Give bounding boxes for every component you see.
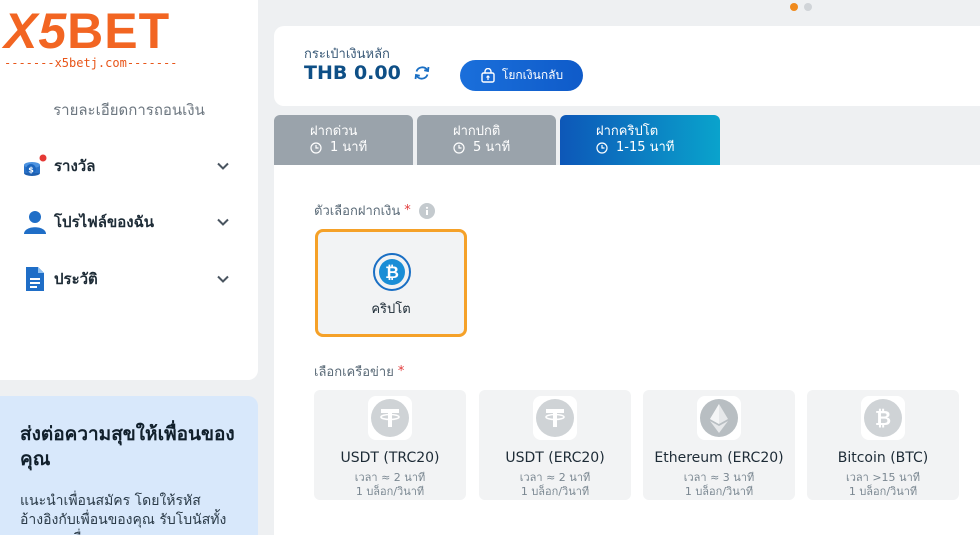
chevron-down-icon — [217, 218, 229, 226]
wallet-card: กระเป๋าเงินหลัก THB 0.00 โยกเงินกลับ — [274, 26, 980, 106]
carousel-dot[interactable] — [804, 3, 812, 11]
tab-time: 1-15 นาที — [616, 140, 675, 155]
logo-tagline: -------x5betj.com------- — [4, 56, 178, 70]
info-icon[interactable] — [418, 202, 435, 219]
deposit-options-label: ตัวเลือกฝากเงิน * — [314, 200, 435, 221]
crypto-method-card[interactable]: ₿ คริปโต — [315, 229, 467, 337]
referral-card[interactable]: ส่งต่อความสุขให้เพื่อนของคุณ แนะนำเพื่อน… — [0, 396, 258, 535]
tab-title: ฝากคริปโต — [596, 124, 659, 139]
tab-normal-deposit[interactable]: ฝากปกติ 5 นาที — [417, 115, 556, 165]
refresh-icon[interactable] — [413, 64, 431, 82]
transfer-back-label: โยกเงินกลับ — [501, 68, 564, 82]
network-speed: 1 บล็อก/วินาที — [848, 485, 918, 498]
referral-body: แนะนำเพื่อนสมัคร โดยให้รหัสอ้างอิงกับเพื… — [20, 493, 227, 535]
coins-icon: $ — [22, 153, 48, 179]
logo[interactable]: X5BET -------x5betj.com------- — [4, 4, 208, 70]
svg-text:₿: ₿ — [385, 263, 399, 283]
tab-time: 5 นาที — [473, 140, 511, 155]
clock-icon — [596, 142, 608, 154]
wallet-balance: THB 0.00 — [304, 62, 401, 84]
network-speed: 1 บล็อก/วินาที — [355, 485, 425, 498]
bitcoin-icon: ₿ — [861, 396, 905, 440]
logo-brand-bet: BET — [67, 3, 171, 59]
clock-icon — [453, 142, 465, 154]
user-icon — [22, 209, 48, 235]
tab-title: ฝากปกติ — [453, 124, 501, 139]
transfer-back-button[interactable]: โยกเงินกลับ — [460, 60, 583, 91]
tether-icon — [533, 396, 577, 440]
tab-time: 1 นาที — [330, 140, 368, 155]
ethereum-icon — [697, 396, 741, 440]
sidebar-item-label: โปรไฟล์ของฉัน — [54, 213, 155, 231]
network-name: Bitcoin (BTC) — [837, 450, 929, 466]
chevron-down-icon — [217, 162, 229, 170]
required-mark: * — [404, 203, 411, 218]
wallet-balance-row: THB 0.00 — [304, 62, 431, 84]
sidebar-subtitle: รายละเอียดการถอนเงิน — [53, 101, 205, 119]
wallet-label: กระเป๋าเงินหลัก — [304, 47, 390, 62]
svg-text:₿: ₿ — [875, 406, 891, 430]
required-mark: * — [397, 364, 405, 379]
sidebar-item-label: รางวัล — [54, 157, 96, 175]
wallet-transfer-icon — [481, 67, 495, 83]
network-card-usdt-erc20[interactable]: USDT (ERC20) เวลา ≈ 2 นาที 1 บล็อก/วินาท… — [479, 390, 631, 500]
crypto-method-label: คริปโต — [371, 302, 411, 317]
clock-icon — [310, 142, 322, 154]
network-name: USDT (TRC20) — [340, 450, 440, 466]
network-card-bitcoin[interactable]: ₿ Bitcoin (BTC) เวลา >15 นาที 1 บล็อก/วิ… — [807, 390, 959, 500]
deposit-tabs: ฝากด่วน 1 นาที ฝากปกติ 5 นาที ฝากคริปโต … — [274, 115, 720, 165]
network-speed: 1 บล็อก/วินาที — [684, 485, 754, 498]
tab-title: ฝากด่วน — [310, 124, 358, 139]
tab-fast-deposit[interactable]: ฝากด่วน 1 นาที — [274, 115, 413, 165]
document-icon — [22, 266, 48, 292]
bitcoin-circle-icon: ₿ — [373, 253, 411, 291]
deposit-panel: ตัวเลือกฝากเงิน * ₿ คริปโต เลือกเครือข่า… — [274, 165, 980, 535]
carousel-dot-active[interactable] — [790, 3, 798, 11]
sidebar-item-profile[interactable]: โปรไฟล์ของฉัน — [22, 205, 230, 239]
network-label: เลือกเครือข่าย * — [314, 364, 405, 380]
network-name: Ethereum (ERC20) — [654, 450, 784, 466]
svg-text:$: $ — [28, 166, 34, 175]
sidebar: X5BET -------x5betj.com------- รายละเอีย… — [0, 0, 258, 380]
sidebar-item-label: ประวัติ — [54, 270, 98, 288]
network-name: USDT (ERC20) — [505, 450, 605, 466]
logo-brand-x5: X5 — [4, 3, 68, 59]
network-card-ethereum[interactable]: Ethereum (ERC20) เวลา ≈ 3 นาที 1 บล็อก/ว… — [643, 390, 795, 500]
chevron-down-icon — [217, 275, 229, 283]
network-speed: 1 บล็อก/วินาที — [520, 485, 590, 498]
sidebar-item-history[interactable]: ประวัติ — [22, 262, 230, 296]
tab-crypto-deposit[interactable]: ฝากคริปโต 1-15 นาที — [560, 115, 720, 165]
referral-title: ส่งต่อความสุขให้เพื่อนของคุณ — [20, 423, 235, 470]
carousel-dots — [790, 3, 812, 11]
network-card-usdt-trc20[interactable]: USDT (TRC20) เวลา ≈ 2 นาที 1 บล็อก/วินาท… — [314, 390, 466, 500]
tether-icon — [368, 396, 412, 440]
sidebar-item-rewards[interactable]: $ รางวัล — [22, 149, 230, 183]
